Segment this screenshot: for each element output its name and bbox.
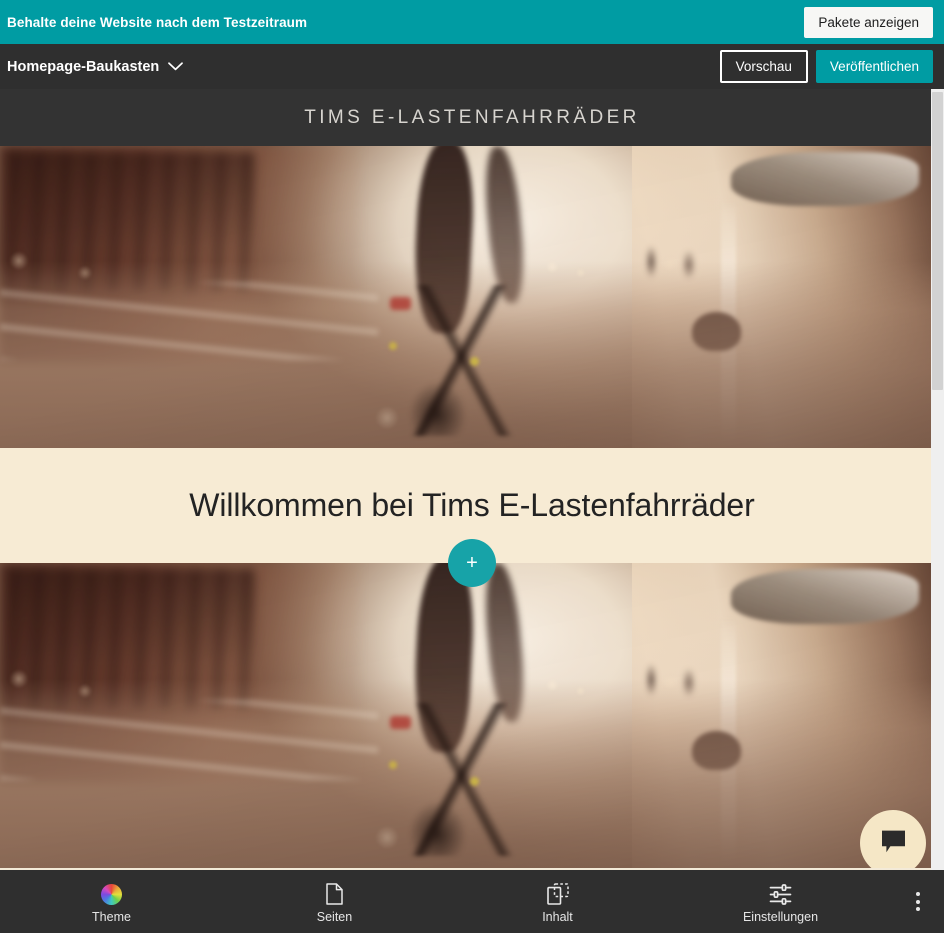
site-preview-canvas[interactable]: TIMS E-LASTENFAHRRÄDER Willkommen bei Ti…: [0, 89, 944, 870]
bottom-toolbar-items: Theme Seiten Inhalt Einstellungen: [0, 870, 892, 933]
publish-button[interactable]: Veröffentlichen: [815, 50, 933, 83]
trial-banner: Behalte deine Website nach dem Testzeitr…: [0, 0, 944, 44]
canvas-scrollbar-thumb[interactable]: [932, 92, 943, 390]
site-title: TIMS E-LASTENFAHRRÄDER: [304, 106, 640, 128]
toolbar-item-inhalt[interactable]: Inhalt: [446, 870, 669, 933]
toolbar-item-inhalt-label: Inhalt: [542, 910, 573, 924]
bottom-toolbar: Theme Seiten Inhalt Einstellungen: [0, 870, 944, 933]
hero-photo-cyclist: [0, 146, 944, 448]
welcome-heading: Willkommen bei Tims E-Lastenfahrräder: [189, 487, 755, 523]
content-blocks-icon: [546, 882, 569, 906]
chat-bubble-icon: [880, 829, 907, 857]
hero-image-bottom[interactable]: [0, 563, 944, 868]
builder-menu-dropdown[interactable]: Homepage-Baukasten: [7, 58, 184, 76]
chat-widget-button[interactable]: [860, 810, 926, 868]
toolbar-item-seiten-label: Seiten: [316, 910, 353, 924]
editor-toolbar: Homepage-Baukasten Vorschau Veröffentlic…: [0, 44, 944, 89]
hero-photo-cyclist-2: [0, 563, 944, 868]
add-section-button[interactable]: +: [448, 539, 496, 587]
sliders-icon: [769, 882, 792, 906]
toolbar-item-einstellungen-label: Einstellungen: [742, 910, 819, 924]
plus-icon: +: [466, 552, 478, 574]
page-icon: [326, 882, 343, 906]
toolbar-item-seiten[interactable]: Seiten: [223, 870, 446, 933]
more-options-button[interactable]: [892, 870, 944, 933]
chevron-down-icon: [168, 58, 184, 76]
site-content: TIMS E-LASTENFAHRRÄDER Willkommen bei Ti…: [0, 89, 944, 868]
hero-image-top[interactable]: [0, 146, 944, 448]
builder-menu-label: Homepage-Baukasten: [7, 58, 160, 75]
editor-actions: Vorschau Veröffentlichen: [719, 50, 933, 83]
toolbar-item-theme-label: Theme: [92, 910, 131, 924]
color-wheel-icon: [101, 882, 122, 906]
site-header[interactable]: TIMS E-LASTENFAHRRÄDER: [0, 89, 944, 146]
trial-banner-message: Behalte deine Website nach dem Testzeitr…: [7, 14, 308, 30]
preview-button[interactable]: Vorschau: [719, 50, 808, 83]
welcome-section[interactable]: Willkommen bei Tims E-Lastenfahrräder +: [0, 448, 944, 587]
view-packages-button[interactable]: Pakete anzeigen: [804, 6, 933, 38]
more-vertical-icon: [916, 892, 920, 911]
website-builder-app: Behalte deine Website nach dem Testzeitr…: [0, 0, 944, 933]
toolbar-item-theme[interactable]: Theme: [0, 870, 223, 933]
toolbar-item-einstellungen[interactable]: Einstellungen: [669, 870, 892, 933]
